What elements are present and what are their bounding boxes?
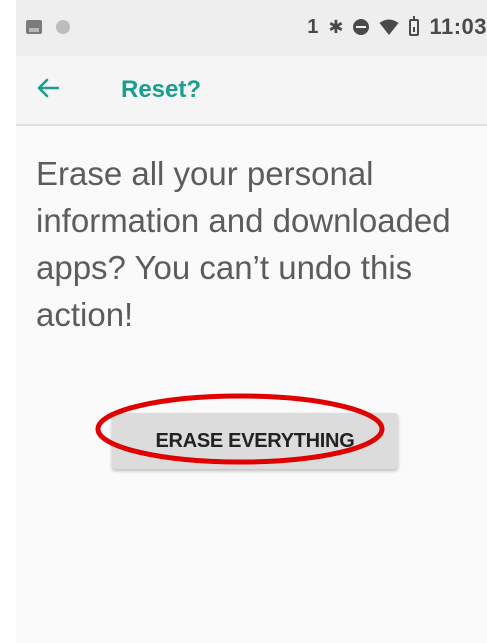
sim-indicator: 1 — [307, 15, 319, 38]
toolbar: Reset? — [16, 56, 487, 126]
wifi-icon — [379, 19, 399, 35]
status-bar-right: 1 ✱ 11:03 — [307, 14, 487, 40]
battery-icon — [409, 15, 420, 36]
do-not-disturb-icon — [353, 19, 370, 35]
status-clock: 11:03 — [429, 14, 487, 39]
page-title: Reset? — [121, 76, 202, 103]
status-bar: 1 ✱ 11:03 — [16, 0, 487, 56]
status-bar-left — [26, 20, 70, 34]
bluetooth-icon: ✱ — [328, 16, 344, 37]
dot-icon — [56, 20, 70, 34]
settings-screen: 1 ✱ 11:03 Reset? Erase all your personal… — [16, 0, 487, 643]
erase-everything-button[interactable]: ERASE EVERYTHING — [112, 413, 398, 469]
photo-icon — [26, 20, 42, 34]
arrow-left-icon[interactable] — [34, 74, 62, 102]
reset-warning-message: Erase all your personal information and … — [36, 155, 451, 333]
